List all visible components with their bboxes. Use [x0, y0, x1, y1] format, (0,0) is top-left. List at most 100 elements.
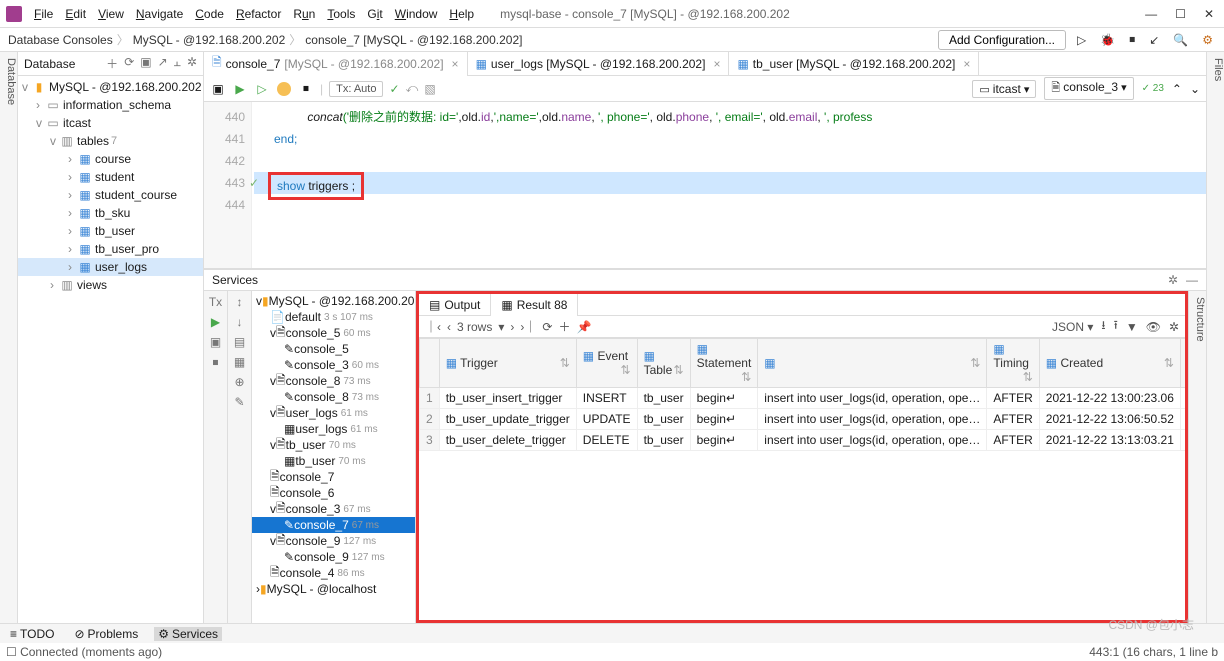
window-maximize-icon[interactable]: ☐	[1175, 7, 1186, 21]
editor-content[interactable]: concat('删除之前的数据: id=',old.id,',name=',ol…	[252, 102, 1206, 268]
tab-user-logs[interactable]: ▦user_logs [MySQL - @192.168.200.202]×	[468, 52, 730, 76]
rollback-icon[interactable]: ⤺	[406, 81, 419, 96]
right-tool-strip-structure[interactable]: Structure	[1188, 291, 1206, 623]
menu-file[interactable]: File	[28, 7, 59, 21]
stop-icon[interactable]: ▣	[140, 55, 151, 72]
stop-icon[interactable]: ⏹	[212, 355, 218, 370]
window-minimize-icon[interactable]: —	[1145, 7, 1157, 21]
tab-output[interactable]: ▤Output	[419, 294, 491, 316]
menu-help[interactable]: Help	[443, 7, 480, 21]
tree-node-session[interactable]: v🗎 console_9127 ms	[252, 533, 415, 549]
tree-node-datasource[interactable]: v▮MySQL - @192.168.200.202	[18, 78, 203, 96]
menu-window[interactable]: Window	[389, 7, 444, 21]
refresh-icon[interactable]: ⟳	[124, 55, 134, 72]
tree-node-views[interactable]: ›▥views	[18, 276, 203, 294]
git-update-icon[interactable]: ↙	[1146, 33, 1162, 47]
menu-git[interactable]: Git	[361, 7, 388, 21]
pending-icon[interactable]	[276, 81, 292, 97]
reload-icon[interactable]: ⟳	[542, 320, 552, 334]
chevron-up-icon[interactable]: ⌃	[1172, 82, 1182, 96]
tree-node-table[interactable]: ›▦tb_sku	[18, 204, 203, 222]
window-close-icon[interactable]: ✕	[1204, 7, 1214, 21]
dialects-icon[interactable]: ▧	[424, 82, 435, 96]
close-icon[interactable]: ×	[452, 57, 459, 71]
right-tool-strip-files[interactable]: Files	[1206, 52, 1224, 623]
export-icon[interactable]: ⭳	[1101, 316, 1105, 337]
tree-node-schema[interactable]: ›▭information_schema	[18, 96, 203, 114]
settings-icon[interactable]: ⚙	[1199, 33, 1216, 47]
tree-node-session[interactable]: v🗎 tb_user70 ms	[252, 437, 415, 453]
view-mode-select[interactable]: JSON ▾	[1052, 320, 1093, 334]
run-icon[interactable]: ▶	[211, 315, 220, 329]
inspection-badge[interactable]: ✓ 23	[1142, 83, 1164, 94]
tree-node-session[interactable]: 🗎 console_486 ms	[252, 565, 415, 581]
close-icon[interactable]: ×	[963, 57, 970, 71]
services-header[interactable]: Services ✲—	[204, 269, 1206, 291]
search-icon[interactable]: 🔍	[1170, 33, 1191, 47]
tree-node-table[interactable]: ›▦user_logs	[18, 258, 203, 276]
view1-icon[interactable]: ▤	[234, 335, 245, 349]
tree-node-session[interactable]: v🗎 console_873 ms	[252, 373, 415, 389]
collapse-icon[interactable]: ▣	[210, 81, 226, 97]
tab-result[interactable]: ▦Result 88	[491, 294, 578, 316]
import-icon[interactable]: ⭱	[1114, 316, 1118, 337]
tree-node-datasource[interactable]: v▮ MySQL - @192.168.200.202	[252, 293, 415, 309]
commit-icon[interactable]: ✓	[389, 82, 399, 96]
new-icon[interactable]: ＋	[106, 55, 118, 72]
breadcrumb-item[interactable]: console_7 [MySQL - @192.168.200.202]	[305, 33, 522, 47]
view-icon[interactable]: 👁	[1146, 320, 1161, 334]
menu-navigate[interactable]: Navigate	[130, 7, 189, 21]
tree-node-table[interactable]: ›▦tb_user_pro	[18, 240, 203, 258]
gear-icon[interactable]: ✲	[1169, 320, 1179, 334]
tx-icon[interactable]: Tx	[209, 295, 222, 309]
menu-view[interactable]: View	[92, 7, 130, 21]
tree-node-session[interactable]: v🗎 user_logs61 ms	[252, 405, 415, 421]
filter-icon[interactable]: ⫠	[174, 55, 181, 72]
tx-mode-select[interactable]: Tx: Auto	[329, 81, 383, 97]
run-icon[interactable]: ▷	[1074, 33, 1089, 47]
layout-icon[interactable]: ▣	[210, 335, 221, 349]
tree-node-table[interactable]: ›▦student	[18, 168, 203, 186]
breadcrumb-item[interactable]: MySQL - @192.168.200.202	[133, 33, 286, 47]
first-page-icon[interactable]: ｜‹	[425, 318, 441, 335]
chevron-down-icon[interactable]: ⌄	[1190, 82, 1200, 96]
menu-refactor[interactable]: Refactor	[230, 7, 287, 21]
gear-icon[interactable]: ✲	[1168, 273, 1178, 287]
prev-page-icon[interactable]: ‹	[447, 320, 451, 334]
menu-tools[interactable]: Tools	[321, 7, 361, 21]
add-icon[interactable]: ⊕	[234, 375, 244, 389]
stop-icon[interactable]: ⏹	[1126, 32, 1138, 47]
expand-icon[interactable]: ↕	[237, 295, 243, 309]
filter-icon[interactable]: ▼	[1126, 320, 1138, 334]
menu-run[interactable]: Run	[287, 7, 321, 21]
tree-node-schema[interactable]: v▭itcast	[18, 114, 203, 132]
last-page-icon[interactable]: ›｜	[520, 318, 536, 335]
add-row-icon[interactable]: ＋	[558, 318, 570, 335]
gear-icon[interactable]: ✲	[187, 55, 197, 72]
tab-tb-user[interactable]: ▦tb_user [MySQL - @192.168.200.202]×	[729, 52, 979, 76]
result-grid[interactable]: ▦ Trigger ⇅▦ Event ⇅▦ Table ⇅▦ Statement…	[419, 338, 1185, 620]
add-configuration-button[interactable]: Add Configuration...	[938, 30, 1066, 50]
tab-console-7[interactable]: 🗎console_7 [MySQL - @192.168.200.202]×	[204, 52, 468, 76]
menu-edit[interactable]: Edit	[59, 7, 92, 21]
close-icon[interactable]: ×	[713, 57, 720, 71]
tree-node-table[interactable]: ›▦course	[18, 150, 203, 168]
next-page-icon[interactable]: ›	[510, 320, 514, 334]
edit-icon[interactable]: ✎	[234, 395, 244, 409]
tree-node-tables[interactable]: v▥tables7	[18, 132, 203, 150]
session-select[interactable]: 🗎 console_3 ▾	[1044, 77, 1133, 100]
explain-icon[interactable]: ⏹	[298, 81, 314, 97]
left-tool-strip[interactable]: Database	[0, 52, 18, 623]
bottom-tab-services[interactable]: ⚙ Services	[154, 627, 222, 641]
bottom-tab-problems[interactable]: ⊘ Problems	[70, 627, 142, 641]
tree-node-session[interactable]: v🗎 console_560 ms	[252, 325, 415, 341]
pin-icon[interactable]: 📌	[576, 320, 591, 334]
run-selection-icon[interactable]: ▷	[254, 81, 270, 97]
run-query-icon[interactable]: ▶	[232, 81, 248, 97]
bottom-tab-todo[interactable]: ≡ TODO	[6, 627, 58, 641]
view2-icon[interactable]: ▦	[234, 355, 245, 369]
tree-node-table[interactable]: ›▦student_course	[18, 186, 203, 204]
hide-icon[interactable]: —	[1186, 273, 1198, 287]
debug-icon[interactable]: 🐞	[1097, 33, 1118, 47]
tree-node-table[interactable]: ›▦tb_user	[18, 222, 203, 240]
